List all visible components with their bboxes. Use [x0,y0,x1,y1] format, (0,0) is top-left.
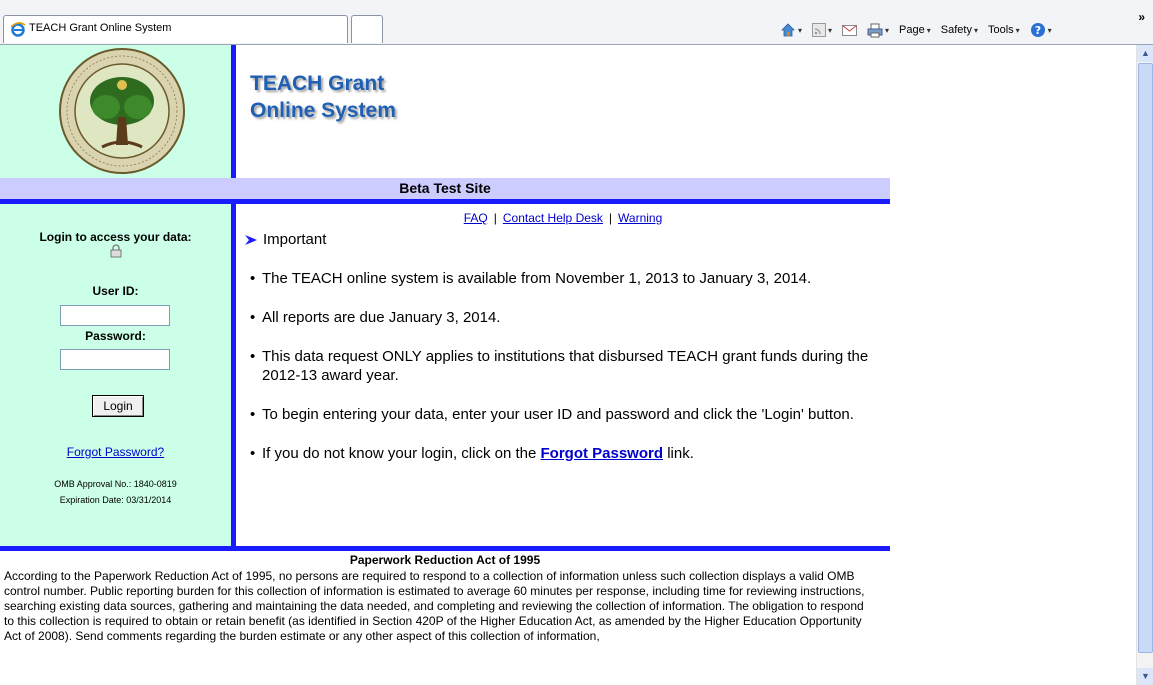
link-separator: | [493,211,497,225]
mail-icon [842,25,858,36]
omb-approval-number: OMB Approval No.: 1840-0819 [54,479,177,489]
list-item: • All reports are due January 3, 2014. [250,309,501,326]
scroll-up-icon[interactable]: ▲ [1137,45,1153,62]
toolbar-overflow-icon[interactable]: » [1138,10,1145,24]
chevron-down-icon: ▾ [885,25,890,35]
user-id-label: User ID: [92,284,139,298]
link-separator: | [608,211,613,225]
title-cell: TEACH Grant Online System [236,45,890,178]
feeds-button[interactable]: ▾ [812,23,832,37]
login-panel: Login to access your data: User ID: Pass… [0,204,231,546]
important-label: Important [263,231,327,248]
forgot-password-inline-link[interactable]: Forgot Password [541,445,664,462]
password-label: Password: [85,329,146,343]
site-title-line-2: Online System [250,99,396,122]
browser-toolbar: TEACH Grant Online System ▾ ▾ ▾ Page ▾ S… [0,0,1153,45]
site-title: TEACH Grant Online System [250,70,396,124]
important-heading: Important [244,231,326,248]
site-title-line-1: TEACH Grant [250,72,385,95]
home-icon [781,23,795,37]
list-item: • This data request ONLY applies to insti… [250,348,869,384]
chevron-down-icon: ▾ [973,25,978,35]
user-id-input[interactable] [60,305,170,326]
list-item: • The TEACH online system is available fr… [250,270,812,287]
content-panel: FAQ | Contact Help Desk | Warning Important … [236,204,890,546]
password-input[interactable] [60,349,170,370]
new-tab-button[interactable] [351,15,383,43]
web-page: TEACH Grant Online System Beta Test Site… [0,45,1136,685]
vertical-scrollbar[interactable]: ▲ ▼ [1136,45,1153,685]
chevron-down-icon: ▾ [798,25,803,35]
tools-menu[interactable]: Tools ▾ [988,24,1020,36]
divider-horizontal [0,546,890,551]
warning-link[interactable]: Warning [618,211,662,225]
list-item: • If you do not know your login, click on… [250,445,694,462]
tab-title: TEACH Grant Online System [29,22,172,34]
tools-menu-label: Tools [987,24,1014,36]
page-menu-label: Page [899,24,925,36]
ie-icon [10,22,26,37]
scroll-thumb[interactable] [1138,63,1153,653]
browser-tab[interactable]: TEACH Grant Online System [3,15,348,43]
help-links: FAQ | Contact Help Desk | Warning [236,211,890,225]
login-button[interactable]: Login [92,395,144,417]
chevron-down-icon: ▾ [926,25,931,35]
scroll-down-icon[interactable]: ▼ [1137,668,1153,685]
faq-link[interactable]: FAQ [464,211,488,225]
login-heading: Login to access your data: [39,230,192,244]
chevron-down-icon: ▾ [828,25,833,35]
paperwork-title: Paperwork Reduction Act of 1995 [349,553,541,567]
home-button[interactable]: ▾ [780,22,802,38]
list-item: • To begin entering your data, enter your… [250,406,854,423]
print-button[interactable]: ▾ [867,23,889,38]
contact-help-desk-link[interactable]: Contact Help Desk [503,211,603,225]
lock-icon [110,244,122,258]
chevron-down-icon: ▾ [1047,25,1052,35]
chevron-down-icon: ▾ [1015,25,1020,35]
expiration-date: Expiration Date: 03/31/2014 [59,495,172,505]
mail-button[interactable] [842,24,858,36]
svg-text:?: ? [1034,24,1040,37]
help-button[interactable]: ? ▾ [1030,22,1052,38]
page-menu[interactable]: Page ▾ [899,24,931,36]
safety-menu-label: Safety [940,24,972,36]
print-icon [867,23,883,37]
forgot-password-link[interactable]: Forgot Password? [0,445,231,459]
beta-test-banner: Beta Test Site [0,178,890,199]
important-list: • The TEACH online system is available fr… [244,269,884,463]
help-icon: ? [1030,23,1045,37]
command-bar: ▾ ▾ ▾ Page ▾ Safety ▾ Tools ▾ ? ▾ [780,20,1062,40]
department-of-education-seal [59,48,185,174]
feeds-icon [812,23,827,37]
seal-cell [0,45,231,178]
arrow-right-icon [245,234,257,245]
paperwork-text: According to the Paperwork Reduction Act… [4,569,865,643]
safety-menu[interactable]: Safety ▾ [941,24,978,36]
